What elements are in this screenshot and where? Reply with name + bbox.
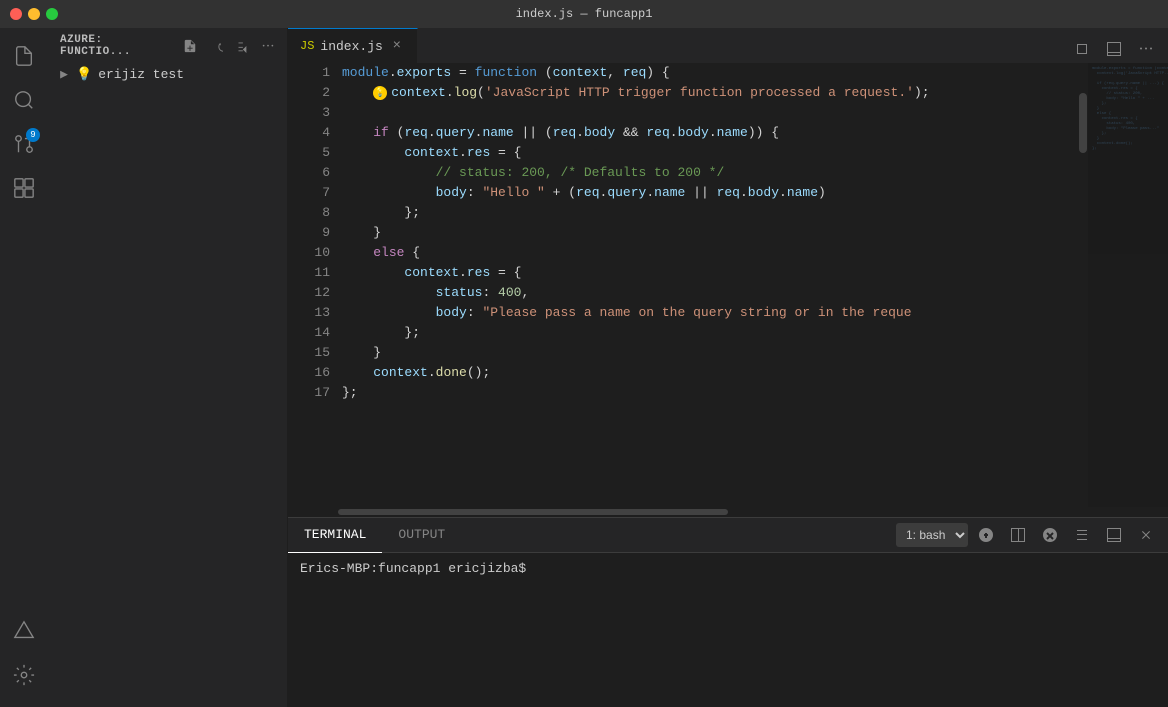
refresh-button[interactable] [205,35,227,57]
hint-icon: 💡 [373,86,387,100]
settings-icon[interactable] [4,655,44,695]
azure-icon[interactable] [4,611,44,651]
line-num-3: 3 [288,103,330,123]
line-num-14: 14 [288,323,330,343]
minimize-button[interactable] [28,8,40,20]
collapse-button[interactable] [231,35,253,57]
line-num-2: 2 [288,83,330,103]
terminal-tab-output[interactable]: OUTPUT [382,518,461,553]
js-file-icon: JS [300,39,314,53]
line-num-9: 9 [288,223,330,243]
line-num-10: 10 [288,243,330,263]
source-control-badge: 9 [26,128,40,142]
window-title: index.js — funcapp1 [516,7,653,21]
search-icon[interactable] [4,80,44,120]
line-num-7: 7 [288,183,330,203]
code-line-4: if (req.query.name || (req.body && req.b… [342,123,1078,143]
tree-item-erijiz[interactable]: ▶ 💡 erijiz test [48,63,287,85]
editor-area: JS index.js × [288,28,1168,707]
code-line-13: body: "Please pass a name on the query s… [342,303,1078,323]
toggle-panel-terminal-button[interactable] [1100,521,1128,549]
new-terminal-button[interactable] [972,521,1000,549]
code-line-12: status: 400, [342,283,1078,303]
key-icon: 💡 [76,67,92,82]
terminal-prompt: Erics-MBP:funcapp1 ericjizba$ [300,561,1156,576]
terminal-tabs: TERMINAL OUTPUT 1: bash [288,518,1168,553]
close-button[interactable] [10,8,22,20]
terminal-section: TERMINAL OUTPUT 1: bash [288,517,1168,707]
more-actions-button[interactable] [257,35,279,57]
toggle-panel-button[interactable] [1100,35,1128,63]
minimap[interactable]: module.exports = function (context, req)… [1088,63,1168,507]
line-num-8: 8 [288,203,330,223]
code-line-8: }; [342,203,1078,223]
code-line-3 [342,103,1078,123]
terminal-prompt-text: Erics-MBP:funcapp1 ericjizba$ [300,561,526,576]
files-icon[interactable] [4,36,44,76]
kill-terminal-button[interactable] [1036,521,1064,549]
sidebar: AZURE: FUNCTIO... [48,28,288,707]
horizontal-scrollbar[interactable] [288,507,1168,517]
line-num-12: 12 [288,283,330,303]
tab-bar-actions [1060,35,1168,63]
line-num-13: 13 [288,303,330,323]
code-line-11: context.res = { [342,263,1078,283]
terminal-body[interactable]: Erics-MBP:funcapp1 ericjizba$ [288,553,1168,707]
line-num-1: 1 [288,63,330,83]
maximize-button[interactable] [46,8,58,20]
code-line-7: body: "Hello " + (req.query.name || req.… [342,183,1078,203]
titlebar: index.js — funcapp1 [0,0,1168,28]
sidebar-header: AZURE: FUNCTIO... [48,28,287,63]
activity-bar: 9 [0,28,48,707]
code-line-6: // status: 200, /* Defaults to 200 */ [342,163,1078,183]
code-line-16: context.done(); [342,363,1078,383]
tree-label: erijiz test [98,67,184,82]
code-line-15: } [342,343,1078,363]
window-controls [10,8,58,20]
tab-close-button[interactable]: × [389,38,405,54]
code-line-9: } [342,223,1078,243]
line-numbers: 1 2 3 4 5 6 7 8 9 10 11 12 13 14 15 16 1 [288,63,338,507]
source-control-icon[interactable]: 9 [4,124,44,164]
terminal-tab-actions: 1: bash [888,521,1168,549]
line-num-4: 4 [288,123,330,143]
line-num-6: 6 [288,163,330,183]
line-num-16: 16 [288,363,330,383]
line-num-15: 15 [288,343,330,363]
tab-bar: JS index.js × [288,28,1168,63]
scrollbar-thumb[interactable] [1079,93,1087,153]
code-line-10: else { [342,243,1078,263]
extensions-icon[interactable] [4,168,44,208]
shell-selector[interactable]: 1: bash [896,523,968,547]
line-num-5: 5 [288,143,330,163]
code-line-5: context.res = { [342,143,1078,163]
vertical-scrollbar[interactable] [1078,63,1088,507]
code-line-1: module.exports = function (context, req)… [342,63,1078,83]
terminal-tab-terminal[interactable]: TERMINAL [288,518,382,553]
code-line-17: }; [342,383,1078,403]
code-content[interactable]: module.exports = function (context, req)… [338,63,1078,507]
line-num-11: 11 [288,263,330,283]
tab-index-js[interactable]: JS index.js × [288,28,418,63]
line-num-17: 17 [288,383,330,403]
split-terminal-button[interactable] [1004,521,1032,549]
maximize-panel-button[interactable] [1068,521,1096,549]
sidebar-actions [179,35,279,57]
more-tab-actions-button[interactable] [1132,35,1160,63]
tab-label: index.js [320,39,382,54]
split-editor-button[interactable] [1068,35,1096,63]
new-file-button[interactable] [179,35,201,57]
tree-arrow-icon: ▶ [56,66,72,82]
code-line-14: }; [342,323,1078,343]
sidebar-title: AZURE: FUNCTIO... [60,34,179,58]
code-editor[interactable]: 1 2 3 4 5 6 7 8 9 10 11 12 13 14 15 16 1 [288,63,1168,507]
code-line-2: 💡context.log('JavaScript HTTP trigger fu… [342,83,1078,103]
close-panel-button[interactable] [1132,521,1160,549]
